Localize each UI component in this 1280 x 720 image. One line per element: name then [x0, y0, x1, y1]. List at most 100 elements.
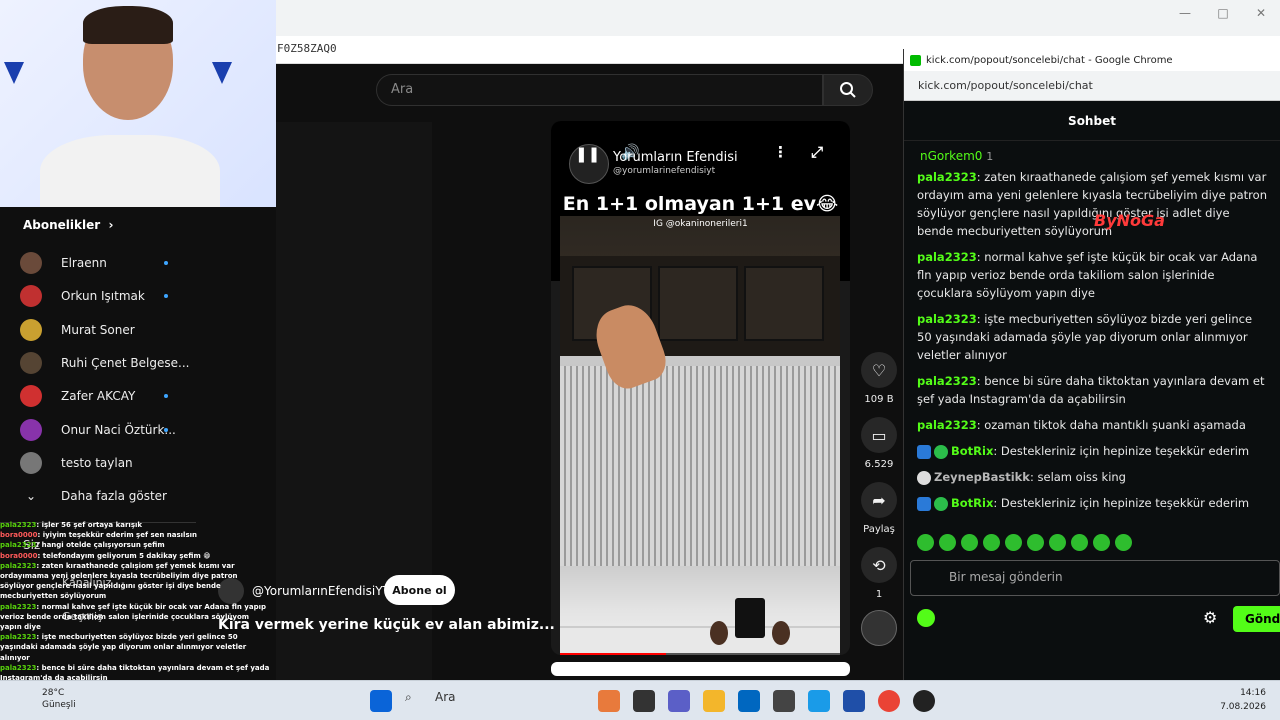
chat-text: Destekleriniz için hepinize teşekkür ede… [1000, 444, 1250, 458]
emote-icon [1093, 534, 1110, 551]
remix-count: 1 [875, 589, 883, 600]
chat-username[interactable]: pala2323 [917, 374, 977, 388]
progress-bar[interactable] [560, 653, 840, 655]
maximize-icon[interactable]: □ [1204, 6, 1242, 20]
channel-thumb[interactable] [861, 610, 897, 646]
subscriber-badge-icon [917, 470, 931, 485]
short-channel-handle: @yorumlarinefendisiyt [613, 166, 716, 176]
chrome-icon[interactable] [878, 690, 900, 712]
obs-icon[interactable] [913, 690, 935, 712]
chat-username[interactable]: pala2323 [917, 418, 977, 432]
chat-username[interactable]: BotRix [951, 444, 993, 458]
sidebar-item-label: Onur Naci Öztürk... [61, 422, 176, 437]
sidebar-item-channel[interactable]: Zafer AKCAY [20, 381, 190, 411]
kick-window-title: kick.com/popout/soncelebi/chat - Google … [904, 49, 1280, 71]
bot-badge-icon [917, 444, 931, 459]
verified-badge-icon [934, 496, 948, 511]
subscriptions-title[interactable]: Abonelikler › [23, 218, 114, 232]
person-hair [83, 6, 173, 44]
share-button[interactable]: ➦ Paylaş [861, 482, 897, 535]
system-tray[interactable]: 14:16 7.08.2026 [1220, 686, 1266, 714]
counter [560, 626, 840, 655]
emote-bar[interactable] [917, 534, 1132, 551]
logo-icon [212, 62, 232, 84]
search-input[interactable]: Ara [376, 74, 823, 106]
chat-message: BotRix: Destekleriniz için hepinize teşe… [917, 442, 1267, 460]
chat-input[interactable]: Bir mesaj gönderin [910, 560, 1280, 596]
more-icon[interactable]: ⋮ [773, 143, 788, 161]
show-more-button[interactable]: ⌄ Daha fazla göster [20, 481, 190, 511]
chat-username[interactable]: pala2323 [917, 170, 977, 184]
overlay-chat-line: pala2323: hangi otelde çalışıyorsun şefi… [0, 541, 165, 550]
task-view-icon[interactable] [633, 690, 655, 712]
store-icon[interactable] [738, 690, 760, 712]
overlay-chat-line: pala2323: işler 56 şef ortaya karışık [0, 521, 143, 529]
kick-icon [910, 54, 921, 66]
sidebar-item-label: Elraenn [61, 256, 107, 270]
short-channel-name[interactable]: Yorumların Efendisi [613, 150, 738, 165]
edge-icon[interactable] [808, 690, 830, 712]
fullscreen-icon[interactable]: ⤢ [811, 143, 823, 161]
avatar [20, 318, 42, 341]
vscode-icon[interactable] [843, 690, 865, 712]
chat-username[interactable]: pala2323 [917, 312, 977, 326]
file-explorer-icon[interactable] [703, 690, 725, 712]
remix-button[interactable]: ⟲ 1 [861, 547, 897, 600]
next-short-peek [551, 662, 850, 676]
search-button[interactable] [823, 74, 873, 106]
app-icon[interactable] [773, 690, 795, 712]
start-icon[interactable] [370, 690, 392, 712]
sidebar-item-label: Murat Soner [61, 322, 135, 337]
chat-username[interactable]: BotRix [951, 496, 993, 510]
subscribe-button[interactable]: Abone ol [384, 575, 455, 605]
bot-badge-icon [917, 496, 931, 511]
avatar [20, 385, 42, 408]
comment-icon: ▭ [871, 425, 887, 445]
kick-chat-window: kick.com/popout/soncelebi/chat - Google … [903, 49, 1280, 688]
chat-text: selam oiss king [1037, 470, 1126, 484]
sidebar-item-label: Orkun Işıtmak [61, 289, 145, 304]
overlay-chat-line: pala2323: işte mecburiyetten söylüyoz bi… [0, 633, 247, 662]
sidebar-item-channel[interactable]: testo taylan [20, 448, 190, 478]
sidebar-item-channel[interactable]: Orkun Işıtmak [20, 281, 190, 311]
chat-message: pala2323: zaten kıraathanede çalışiom şe… [917, 170, 1267, 238]
like-button[interactable]: ♡ 109 B [861, 352, 897, 405]
photo-frame [735, 598, 765, 638]
settings-gear-icon[interactable]: ⚙ [1203, 608, 1217, 627]
emote-icon [1049, 534, 1066, 551]
pause-icon[interactable]: ❚❚ [575, 145, 600, 163]
chat-message: ZeynepBastikk: selam oiss king [917, 468, 1267, 486]
instagram-tag: IG @okaninonerileri1 [653, 219, 748, 229]
sidebar-item-label: testo taylan [61, 455, 133, 470]
taskbar-search[interactable]: ⌕ Ara [405, 690, 585, 712]
sidebar-item-channel[interactable]: Ruhi Çenet Belgese... [20, 348, 190, 378]
widgets-icon[interactable] [598, 690, 620, 712]
avatar [20, 252, 42, 274]
window-controls: — □ ✕ [1166, 6, 1280, 20]
new-content-dot [164, 427, 168, 432]
short-player[interactable]: ❚❚ 🔊 ⋮ ⤢ Yorumların Efendisi @yorumlarin… [551, 121, 850, 655]
share-icon: ➦ [872, 490, 886, 510]
sidebar-item-channel[interactable]: Murat Soner [20, 315, 190, 345]
close-icon[interactable]: ✕ [1242, 6, 1280, 20]
avatar [20, 451, 42, 474]
minimize-icon[interactable]: — [1166, 6, 1204, 20]
sidebar-item-label: Ruhi Çenet Belgese... [61, 355, 190, 370]
chat-username[interactable]: ZeynepBastikk [934, 470, 1030, 484]
weather-widget[interactable]: 28°C Güneşli [42, 687, 76, 711]
sidebar-item-channel[interactable]: Elraenn [20, 248, 190, 278]
teams-icon[interactable] [668, 690, 690, 712]
new-content-dot [164, 294, 168, 299]
avatar [20, 285, 42, 308]
kick-logo-icon[interactable] [917, 609, 935, 627]
remix-icon: ⟲ [872, 555, 886, 575]
pinned-user[interactable]: nGorkem0 1 [920, 149, 993, 163]
kick-address-bar[interactable]: kick.com/popout/soncelebi/chat [904, 71, 1280, 101]
overlay-chat-line: pala2323: zaten kıraathanede çalışiom şe… [0, 561, 238, 601]
comments-button[interactable]: ▭ 6.529 [861, 417, 897, 470]
sidebar-item-channel[interactable]: Onur Naci Öztürk... [20, 415, 190, 445]
show-more-label: Daha fazla göster [61, 489, 167, 504]
send-button[interactable]: Gönde [1233, 606, 1280, 632]
chat-username[interactable]: pala2323 [917, 250, 977, 264]
chat-messages: pala2323: zaten kıraathanede çalışiom şe… [917, 168, 1267, 520]
